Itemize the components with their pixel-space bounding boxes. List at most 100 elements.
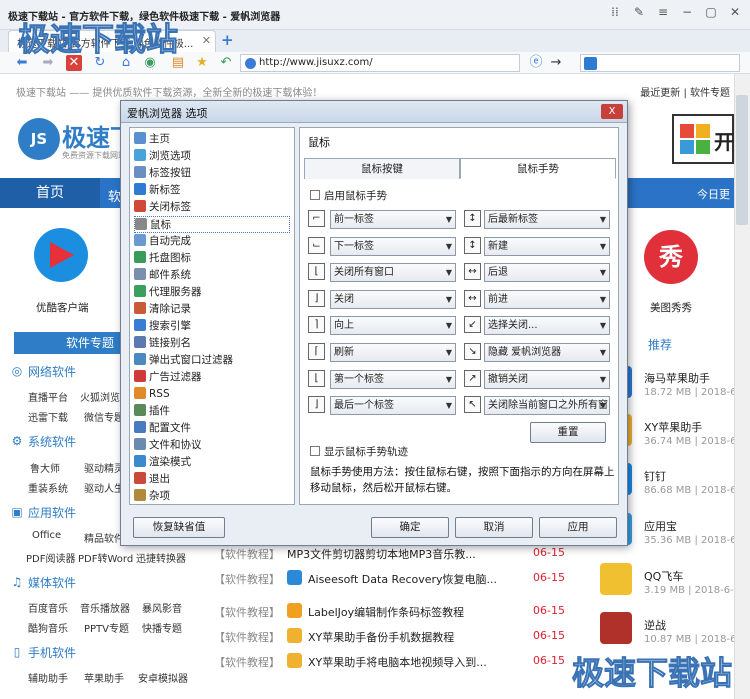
category-link[interactable]: PDF阅读器 — [26, 550, 75, 565]
category-link[interactable]: Office — [32, 530, 61, 541]
ok-button[interactable]: 确定 — [371, 517, 449, 538]
category-link[interactable]: 苹果助手 — [84, 670, 124, 685]
restore-defaults-button[interactable]: 恢复缺省值 — [133, 517, 225, 538]
gesture-action-select[interactable]: 刷新 ▼ — [330, 343, 456, 362]
nav-home[interactable]: 首页 — [0, 178, 100, 208]
category-link[interactable]: 驱动精灵 — [84, 460, 124, 475]
tree-item[interactable]: 关闭标签 — [134, 199, 290, 216]
ie-icon[interactable]: ⓔ — [528, 55, 544, 71]
tree-item[interactable]: 配置文件 — [134, 420, 290, 437]
app-name[interactable]: 优酷客户端 — [36, 300, 89, 315]
category-title[interactable]: 应用软件 — [28, 504, 76, 521]
category-link[interactable]: 快播专题 — [142, 620, 182, 635]
enable-gesture-checkbox[interactable] — [310, 190, 320, 200]
category-link[interactable]: 鲁大师 — [30, 460, 60, 475]
gesture-action-select[interactable]: 关闭 ▼ — [330, 289, 456, 309]
tree-item[interactable]: 渲染模式 — [134, 454, 290, 471]
dialog-close-button[interactable]: X — [601, 104, 623, 119]
gesture-action-select[interactable]: 最后一个标签 ▼ — [330, 396, 456, 416]
apply-button[interactable]: 应用 — [539, 517, 617, 538]
menu-icon[interactable]: ≡ — [656, 5, 670, 19]
tree-item[interactable]: 搜索引擎 — [134, 318, 290, 335]
cancel-button[interactable]: 取消 — [455, 517, 533, 538]
gesture-action-select[interactable]: 后最新标签 ▼ — [484, 210, 610, 229]
youku-icon[interactable] — [34, 228, 88, 282]
category-link[interactable]: 辅助助手 — [28, 670, 68, 685]
gesture-action-select[interactable]: 下一标签 ▼ — [330, 236, 456, 256]
gesture-action-select[interactable]: 选择关闭... ▼ — [484, 316, 610, 336]
tree-item[interactable]: 自动完成 — [134, 233, 290, 250]
close-icon[interactable]: ✕ — [728, 5, 742, 19]
tree-item[interactable]: 文件和协议 — [134, 437, 290, 454]
tree-item[interactable]: 新标签 — [134, 182, 290, 199]
article-title[interactable]: XY苹果助手将电脑本地视频导入到... — [308, 654, 487, 670]
category-link[interactable]: 音乐播放器 — [80, 600, 130, 615]
nav-today[interactable]: 今日更 — [697, 186, 730, 202]
tree-item[interactable]: 鼠标 — [134, 216, 290, 233]
address-bar[interactable]: http://www.jisuxz.com/ — [240, 54, 520, 72]
category-link[interactable]: 迅捷转换器 — [136, 550, 186, 565]
site-logo-icon[interactable]: JS — [18, 118, 60, 160]
grid-icon[interactable]: ⁞⁞ — [608, 5, 622, 19]
tree-item[interactable]: 浏览选项 — [134, 148, 290, 165]
top-links[interactable]: 最近更新 | 软件专题 — [640, 84, 730, 99]
tree-item[interactable]: 托盘图标 — [134, 250, 290, 267]
gesture-action-select[interactable]: 关闭除当前窗口之外所有窗 ▼ — [484, 396, 610, 416]
app-name[interactable]: 美图秀秀 — [650, 300, 692, 315]
minimize-icon[interactable]: − — [680, 5, 694, 19]
article-title[interactable]: Aiseesoft Data Recovery恢复电脑... — [308, 571, 497, 587]
category-link[interactable]: 精品软件 — [84, 530, 124, 545]
search-input[interactable] — [580, 54, 740, 72]
tab-close-icon[interactable]: ✕ — [202, 34, 211, 47]
category-title[interactable]: 媒体软件 — [28, 574, 76, 591]
qq-speed-icon[interactable] — [600, 563, 632, 595]
meitu-icon[interactable]: 秀 — [644, 230, 698, 284]
category-link[interactable]: 火狐浏览 — [80, 389, 120, 404]
gesture-action-select[interactable]: 关闭所有窗口 ▼ — [330, 263, 456, 283]
gesture-action-select[interactable]: 隐藏 爱帆浏览器 ▼ — [484, 343, 610, 362]
scrollbar-thumb[interactable] — [736, 95, 748, 225]
category-link[interactable]: 微信专题 — [84, 409, 124, 424]
category-title[interactable]: 系统软件 — [28, 433, 76, 450]
gesture-action-select[interactable]: 第一个标签 ▼ — [330, 369, 456, 389]
side-app-name[interactable]: 海马苹果助手 — [644, 370, 710, 386]
tree-item[interactable]: 主页 — [134, 131, 290, 148]
tree-item[interactable]: 杂项 — [134, 488, 290, 505]
maximize-icon[interactable]: ▢ — [704, 5, 718, 19]
reset-button[interactable]: 重置 — [530, 422, 606, 443]
category-link[interactable]: 迅雷下载 — [28, 409, 68, 424]
tree-item[interactable]: 代理服务器 — [134, 284, 290, 301]
category-link[interactable]: 驱动人生 — [84, 480, 124, 495]
tree-item[interactable]: 清除记录 — [134, 301, 290, 318]
article-title[interactable]: XY苹果助手备份手机数据教程 — [308, 629, 454, 645]
favorites-star-icon[interactable]: ★ — [194, 55, 210, 71]
gesture-action-select[interactable]: 前一标签 ▼ — [330, 210, 456, 229]
gesture-action-select[interactable]: 向上 ▼ — [330, 316, 456, 336]
category-link[interactable]: 暴风影音 — [142, 600, 182, 615]
article-title[interactable]: LabelJoy编辑制作条码标签教程 — [308, 604, 464, 620]
tree-item[interactable]: 插件 — [134, 403, 290, 420]
tree-item[interactable]: 弹出式窗口过滤器 — [134, 352, 290, 369]
dialog-titlebar[interactable]: 爱帆浏览器 选项 X — [121, 101, 627, 123]
tab-mouse-gestures[interactable]: 鼠标手势 — [460, 158, 616, 179]
side-app-name[interactable]: XY苹果助手 — [644, 419, 702, 435]
category-link[interactable]: 直播平台 — [28, 389, 68, 404]
tree-item[interactable]: 链接别名 — [134, 335, 290, 352]
category-link[interactable]: 百度音乐 — [28, 600, 68, 615]
tree-item[interactable]: 邮件系统 — [134, 267, 290, 284]
side-app-name[interactable]: 钉钉 — [644, 468, 666, 484]
go-icon[interactable]: → — [548, 55, 564, 71]
tree-item[interactable]: RSS — [134, 386, 290, 403]
category-title[interactable]: 网络软件 — [28, 363, 76, 380]
tree-item[interactable]: 退出 — [134, 471, 290, 488]
gesture-action-select[interactable]: 撤销关闭 ▼ — [484, 369, 610, 389]
side-app-name[interactable]: QQ飞车 — [644, 568, 683, 584]
gesture-action-select[interactable]: 前进 ▼ — [484, 289, 610, 309]
side-app-name[interactable]: 逆战 — [644, 617, 666, 633]
category-link[interactable]: PDF转Word — [78, 550, 133, 565]
section-bar[interactable]: 软件专题 — [14, 332, 136, 354]
gesture-action-select[interactable]: 新建 ▼ — [484, 236, 610, 256]
show-trail-checkbox[interactable] — [310, 446, 320, 456]
article-title[interactable]: MP3文件剪切器剪切本地MP3音乐教... — [287, 546, 476, 562]
category-link[interactable]: 酷狗音乐 — [28, 620, 68, 635]
